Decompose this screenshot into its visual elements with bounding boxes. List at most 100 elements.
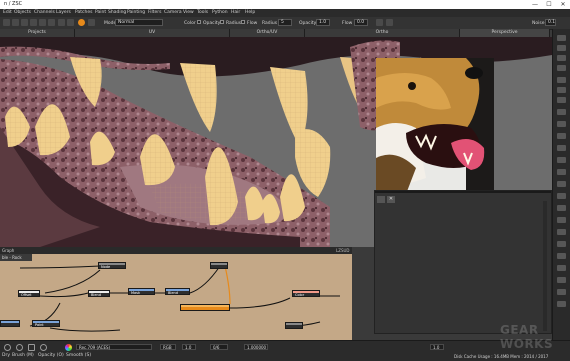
tool-options-icon[interactable] xyxy=(88,19,95,26)
flow-checkbox[interactable] xyxy=(241,20,245,24)
tab-projects[interactable]: Projects xyxy=(0,29,75,37)
shelf-icon[interactable] xyxy=(557,193,566,199)
menu-channels[interactable]: Channels xyxy=(34,10,55,15)
history-icon[interactable] xyxy=(557,145,566,151)
page-field[interactable]: 0/6 xyxy=(210,344,228,350)
fill-icon[interactable] xyxy=(39,19,46,26)
status-dot-icon[interactable] xyxy=(4,344,11,351)
menu-edit[interactable]: Edit xyxy=(3,10,12,15)
node-box[interactable]: Blend xyxy=(165,288,190,295)
brush-label: Brush (M) xyxy=(12,353,34,358)
node-box[interactable] xyxy=(210,262,228,269)
patches-icon[interactable] xyxy=(557,97,566,103)
menu-help[interactable]: Help xyxy=(245,10,255,15)
smudge-icon[interactable] xyxy=(21,19,28,26)
menu-layers[interactable]: Layers xyxy=(56,10,71,15)
color-wheel-icon[interactable] xyxy=(65,344,72,351)
menu-shading[interactable]: Shading xyxy=(108,10,126,15)
camera-icon[interactable] xyxy=(557,35,566,41)
select-icon[interactable] xyxy=(58,19,65,26)
layer-scrollbar[interactable] xyxy=(543,201,547,331)
noise-field[interactable]: 0.1 xyxy=(545,19,556,26)
reference-image[interactable] xyxy=(376,58,494,194)
transform-icon[interactable] xyxy=(67,19,74,26)
color-checkbox[interactable] xyxy=(197,20,201,24)
record-icon[interactable] xyxy=(78,19,85,26)
opacity-value-label: Opacity xyxy=(299,20,317,26)
settings-icon[interactable] xyxy=(386,19,393,26)
menu-python[interactable]: Python xyxy=(212,10,228,15)
light-icon[interactable] xyxy=(557,45,566,51)
node-box[interactable]: Color xyxy=(292,290,320,297)
radius-field[interactable]: 5 xyxy=(278,19,292,26)
channels-icon[interactable] xyxy=(557,87,566,93)
menu-filters[interactable]: Filters xyxy=(148,10,162,15)
status-square-icon[interactable] xyxy=(28,344,35,351)
pressure-icon[interactable] xyxy=(376,19,383,26)
shader-icon[interactable] xyxy=(557,65,566,71)
node-box[interactable]: Blend xyxy=(88,290,110,297)
menu-objects[interactable]: Objects xyxy=(14,10,31,15)
menu-view[interactable]: View xyxy=(183,10,194,15)
menu-paint[interactable]: Paint xyxy=(95,10,106,15)
images-icon[interactable] xyxy=(557,169,566,175)
channel-select[interactable]: RGB xyxy=(160,344,176,350)
projection-icon[interactable] xyxy=(557,265,566,271)
minimize-button[interactable]: — xyxy=(528,0,542,9)
histogram-icon[interactable] xyxy=(557,157,566,163)
layer-add-icon[interactable] xyxy=(377,196,385,203)
menu-hair[interactable]: Hair xyxy=(231,10,240,15)
close-button[interactable]: ✕ xyxy=(556,0,570,9)
menu-patches[interactable]: Patches xyxy=(75,10,92,15)
snapshot-icon[interactable] xyxy=(557,253,566,259)
node-panel-header: Graph LZSUD xyxy=(0,247,352,254)
status-bar: Rec.709 (ACES) RGB 1.0 0/6 1.000000 1.0 … xyxy=(0,340,570,361)
radius-checkbox[interactable] xyxy=(220,20,224,24)
menu-painting[interactable]: Painting xyxy=(127,10,145,15)
node-box[interactable]: Offset xyxy=(18,290,40,297)
brush-icon[interactable] xyxy=(3,19,10,26)
opacity-field[interactable]: 1.0 xyxy=(316,19,330,26)
color-space-select[interactable]: Rec.709 (ACES) xyxy=(76,344,152,350)
layers-icon[interactable] xyxy=(557,77,566,83)
tool-icon[interactable] xyxy=(557,241,566,247)
node-graph-panel[interactable]: Node Offset Blend Mask Blend Color Paint xyxy=(0,247,352,341)
menu-camera[interactable]: Camera xyxy=(164,10,182,15)
node-box[interactable]: Node xyxy=(98,262,126,269)
flow-field[interactable]: 0.0 xyxy=(354,19,368,26)
status-circle-icon[interactable] xyxy=(16,344,23,351)
brush-presets-icon[interactable] xyxy=(557,121,566,127)
nodes-icon[interactable] xyxy=(557,181,566,187)
uv-icon[interactable] xyxy=(557,109,566,115)
node-box[interactable] xyxy=(0,320,20,327)
render-icon[interactable] xyxy=(557,277,566,283)
picker-icon[interactable] xyxy=(48,19,55,26)
tab-uv[interactable]: UV xyxy=(75,29,230,37)
eraser-icon[interactable] xyxy=(12,19,19,26)
maximize-button[interactable]: ☐ xyxy=(542,0,556,9)
node-box[interactable] xyxy=(285,322,303,329)
right-toolbar xyxy=(552,29,570,347)
mode-select[interactable]: Normal xyxy=(115,19,163,26)
tab-perspective[interactable]: Perspective xyxy=(460,29,550,37)
colors-icon[interactable] xyxy=(557,133,566,139)
exposure-field[interactable]: 1.000000 xyxy=(244,344,268,350)
menu-tools[interactable]: Tools xyxy=(197,10,208,15)
python-icon[interactable] xyxy=(557,217,566,223)
node-box[interactable]: Mask xyxy=(128,288,155,295)
node-graph-tab[interactable]: ble - Rock xyxy=(0,254,32,261)
log-icon[interactable] xyxy=(557,229,566,235)
node-box-selected[interactable] xyxy=(180,304,230,311)
status-mask-icon[interactable] xyxy=(40,344,47,351)
layer-delete-icon[interactable]: ✕ xyxy=(387,196,395,203)
zoom-field[interactable]: 1.0 xyxy=(430,344,444,350)
node-box[interactable]: Paint xyxy=(32,320,60,327)
tab-ortho-uv[interactable]: Ortho/UV xyxy=(230,29,305,37)
clone-icon[interactable] xyxy=(30,19,37,26)
material-icon[interactable] xyxy=(557,55,566,61)
gamma-field[interactable]: 1.0 xyxy=(182,344,196,350)
lights-icon[interactable] xyxy=(557,205,566,211)
tab-ortho[interactable]: Ortho xyxy=(305,29,460,37)
import-icon[interactable] xyxy=(557,301,566,307)
export-icon[interactable] xyxy=(557,289,566,295)
